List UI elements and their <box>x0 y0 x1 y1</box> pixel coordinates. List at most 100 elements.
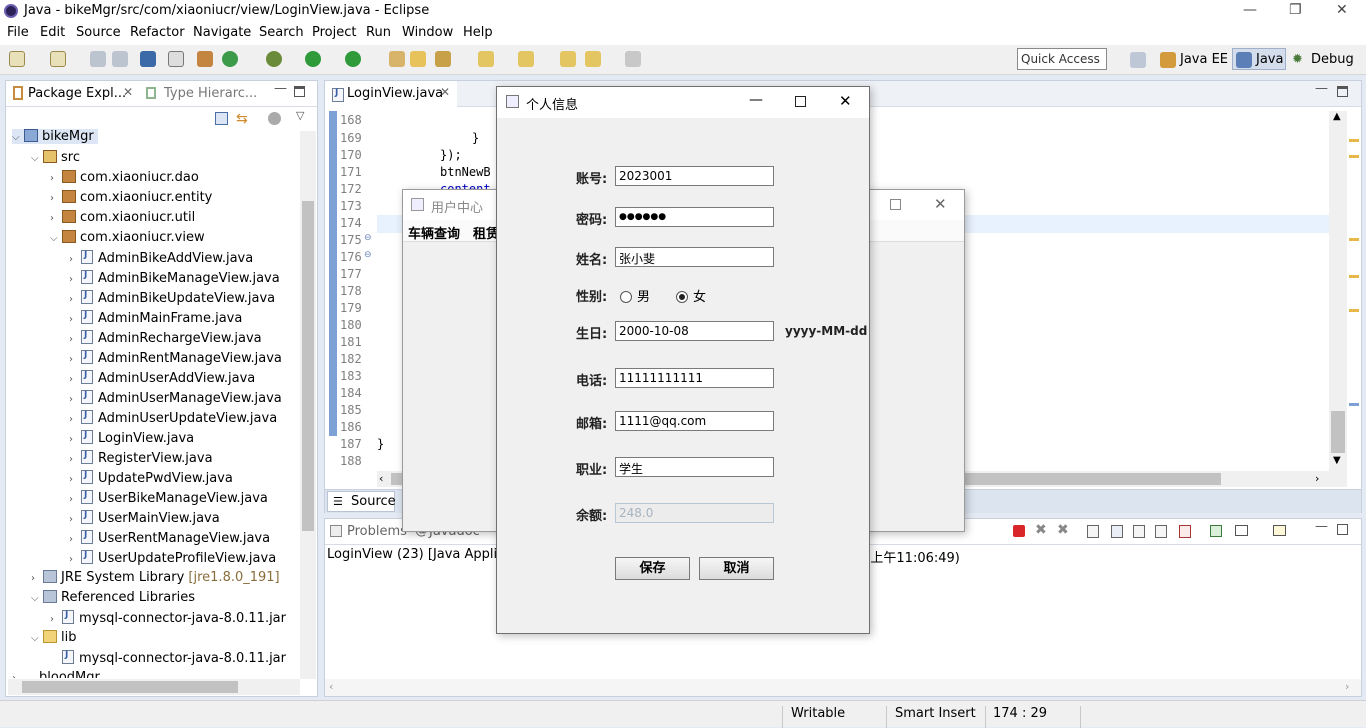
package-icon[interactable] <box>197 51 213 67</box>
tree-item-src[interactable]: ⌵ src <box>31 150 80 165</box>
scroll-down-icon[interactable]: ▼ <box>1333 455 1341 466</box>
refresh-icon[interactable] <box>222 51 238 67</box>
tree-item-package[interactable]: › com.xiaoniucr.entity <box>50 190 212 205</box>
skip-breakpoints-icon[interactable] <box>168 51 184 67</box>
minimize-button[interactable]: — <box>1243 2 1257 18</box>
warning-marker[interactable] <box>1349 155 1359 158</box>
tree-item-file[interactable]: › AdminBikeManageView.java <box>69 270 280 286</box>
save-button[interactable]: 保存 <box>615 557 690 580</box>
pin-console-icon[interactable] <box>1210 525 1222 537</box>
word-wrap-icon[interactable] <box>1133 525 1145 538</box>
password-field[interactable]: ●●●●●● <box>615 207 774 227</box>
warning-marker[interactable] <box>1349 309 1359 312</box>
chevron-down-icon[interactable]: ⌵ <box>31 633 43 644</box>
chevron-right-icon[interactable]: › <box>69 514 81 525</box>
forward-icon[interactable] <box>625 51 641 67</box>
scroll-lock-icon[interactable] <box>1111 525 1123 538</box>
prev-annotation-icon[interactable] <box>518 51 534 67</box>
cancel-button[interactable]: 取消 <box>699 557 774 580</box>
chevron-down-icon[interactable]: ⌵ <box>12 132 24 143</box>
open-folder-icon[interactable] <box>410 51 426 67</box>
chevron-right-icon[interactable]: › <box>69 294 81 305</box>
tree-item-file[interactable]: › AdminBikeUpdateView.java <box>69 290 275 306</box>
tree-item-file[interactable]: › AdminUserManageView.java <box>69 390 282 406</box>
tree-item-file[interactable]: › AdminUserUpdateView.java <box>69 410 277 426</box>
tree-item-file[interactable]: › UpdatePwdView.java <box>69 470 233 486</box>
tab-package-explorer[interactable]: Package Expl... <box>28 86 126 101</box>
maximize-view-icon[interactable] <box>294 86 305 97</box>
tree-item-file[interactable]: › UserMainView.java <box>69 510 220 526</box>
show-stdout-icon[interactable] <box>1155 525 1167 538</box>
menu-edit[interactable]: Edit <box>40 25 65 40</box>
scroll-left-icon[interactable]: ‹ <box>329 680 333 693</box>
tab-source[interactable]: Source <box>351 494 396 509</box>
tree-item-file[interactable]: › AdminUserAddView.java <box>69 370 255 386</box>
maximize-button[interactable]: ❐ <box>1289 2 1302 18</box>
phone-field[interactable]: 11111111111 <box>615 368 774 388</box>
chevron-right-icon[interactable]: › <box>69 254 81 265</box>
chevron-down-icon[interactable]: ⌵ <box>50 233 62 244</box>
chevron-down-icon[interactable]: ⌵ <box>31 593 43 604</box>
close-button[interactable]: ✕ <box>839 92 852 110</box>
tree-item-file[interactable]: › AdminRentManageView.java <box>69 350 282 366</box>
console-hscrollbar[interactable]: ‹ › <box>325 679 1361 696</box>
warning-marker[interactable] <box>1349 275 1359 278</box>
menu-refactor[interactable]: Refactor <box>130 25 185 40</box>
chevron-right-icon[interactable]: › <box>50 213 62 224</box>
editor-tab-loginview[interactable]: LoginView.java <box>347 86 443 101</box>
console-icon[interactable] <box>140 51 156 67</box>
birthday-field[interactable]: 2000-10-08 <box>615 321 774 341</box>
display-console-icon[interactable] <box>1235 525 1248 536</box>
gender-male-radio[interactable]: 男 <box>620 286 650 305</box>
editor-vscrollbar[interactable]: ▲ ▼ <box>1329 111 1347 471</box>
explorer-vscrollbar[interactable] <box>300 131 316 679</box>
scroll-right-icon[interactable]: › <box>1315 472 1319 485</box>
minimize-view-icon[interactable]: — <box>1315 81 1328 96</box>
fold-collapse-icon[interactable]: ⊖ <box>364 250 372 260</box>
minimize-button[interactable]: — <box>749 92 763 108</box>
menu-run[interactable]: Run <box>366 25 391 40</box>
menu-window[interactable]: Window <box>402 25 453 40</box>
tree-item-file[interactable]: › AdminBikeAddView.java <box>69 250 253 266</box>
tree-item-project-cut[interactable]: › bloodMgr <box>12 670 100 678</box>
back-icon[interactable] <box>585 51 601 67</box>
info-marker[interactable] <box>1349 403 1359 406</box>
close-button[interactable]: ✕ <box>934 195 947 213</box>
tree-item-file[interactable]: › UserBikeManageView.java <box>69 490 268 506</box>
tree-item-file[interactable]: › LoginView.java <box>69 430 194 446</box>
scroll-left-icon[interactable]: ‹ <box>379 472 383 485</box>
chevron-right-icon[interactable]: › <box>69 354 81 365</box>
chevron-right-icon[interactable]: › <box>69 554 81 565</box>
tree-item-file[interactable]: › UserRentManageView.java <box>69 530 270 546</box>
chevron-right-icon[interactable]: › <box>69 334 81 345</box>
chevron-right-icon[interactable]: › <box>50 614 62 625</box>
chevron-right-icon[interactable]: › <box>69 274 81 285</box>
chevron-right-icon[interactable]: › <box>50 193 62 204</box>
chevron-right-icon[interactable]: › <box>12 673 24 678</box>
tree-item-file[interactable]: › UserUpdateProfileView.java <box>69 550 276 566</box>
perspective-java[interactable]: Java <box>1256 52 1283 67</box>
remove-launch-icon[interactable]: ✖ <box>1035 522 1047 538</box>
chevron-right-icon[interactable]: › <box>50 173 62 184</box>
last-edit-icon[interactable] <box>560 51 576 67</box>
close-tab-icon[interactable]: ✕ <box>440 85 450 99</box>
chevron-right-icon[interactable]: › <box>69 394 81 405</box>
chevron-right-icon[interactable]: › <box>69 474 81 485</box>
chevron-right-icon[interactable]: › <box>69 414 81 425</box>
name-field[interactable]: 张小斐 <box>615 247 774 267</box>
view-menu-icon[interactable]: ▽ <box>296 109 304 122</box>
menu-search[interactable]: Search <box>259 25 304 40</box>
tree-item-file[interactable]: › AdminRechargeView.java <box>69 330 262 346</box>
chevron-right-icon[interactable]: › <box>69 434 81 445</box>
tree-item-lib-jar[interactable]: mysql-connector-java-8.0.11.jar <box>62 650 286 666</box>
chevron-down-icon[interactable]: ⌵ <box>31 153 43 164</box>
run-icon[interactable] <box>305 51 321 67</box>
collapse-all-icon[interactable] <box>215 112 228 125</box>
perspective-debug[interactable]: Debug <box>1311 52 1354 67</box>
maximize-button[interactable] <box>890 199 901 210</box>
open-console-icon[interactable] <box>1273 525 1286 536</box>
maximize-view-icon[interactable] <box>1337 86 1348 97</box>
chevron-right-icon[interactable]: › <box>69 374 81 385</box>
debug-icon[interactable] <box>266 51 282 67</box>
tree-item-lib[interactable]: ⌵ lib <box>31 630 76 645</box>
